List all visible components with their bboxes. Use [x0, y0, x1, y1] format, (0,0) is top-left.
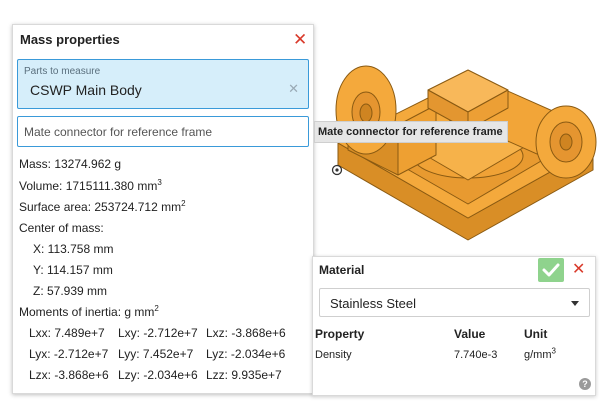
volume-value: Volume: 1715111.380 mm3: [19, 178, 162, 194]
mate-connector-field[interactable]: Mate connector for reference frame: [17, 116, 309, 147]
chevron-down-icon: [571, 301, 579, 306]
material-panel: Material ✕ Stainless Steel Property Valu…: [312, 256, 596, 396]
surface-area-value: Surface area: 253724.712 mm2: [19, 199, 186, 215]
center-y-value: Y: 114.157 mm: [33, 263, 113, 277]
inertia-lxz: Lxz: -3.868e+6: [206, 326, 286, 340]
close-icon[interactable]: ✕: [572, 261, 585, 278]
mate-connector-placeholder: Mate connector for reference frame: [24, 125, 213, 139]
value-cell: 7.740e-3: [454, 349, 498, 361]
help-icon[interactable]: ?: [579, 378, 591, 390]
inertia-lyx: Lyx: -2.712e+7: [29, 347, 109, 361]
tooltip: Mate connector for reference frame: [314, 121, 508, 143]
inertia-lzz: Lzz: 9.935e+7: [206, 368, 282, 382]
inertia-lyy: Lyy: 7.452e+7: [118, 347, 194, 361]
property-cell: Density: [315, 349, 352, 361]
origin-icon[interactable]: [331, 164, 343, 176]
material-select[interactable]: Stainless Steel: [319, 288, 590, 317]
center-z-value: Z: 57.939 mm: [33, 284, 108, 298]
panel-title: Mass properties: [20, 32, 120, 47]
mass-properties-panel: Mass properties ✕ Parts to measure CSWP …: [12, 24, 314, 394]
moments-of-inertia-label: Moments of inertia: g mm2: [19, 304, 159, 320]
center-of-mass-label: Center of mass:: [19, 221, 104, 235]
check-icon: [542, 263, 560, 277]
selected-material: Stainless Steel: [330, 296, 416, 311]
inertia-lzx: Lzx: -3.868e+6: [29, 368, 109, 382]
inertia-lxy: Lxy: -2.712e+7: [118, 326, 198, 340]
inertia-lyz: Lyz: -2.034e+6: [206, 347, 286, 361]
value-header: Value: [454, 327, 486, 341]
selected-part[interactable]: CSWP Main Body: [30, 82, 142, 98]
inertia-lxx: Lxx: 7.489e+7: [29, 326, 105, 340]
unit-header: Unit: [524, 327, 548, 341]
unit-cell: g/mm3: [524, 346, 556, 361]
parts-label: Parts to measure: [24, 66, 101, 77]
mass-value: Mass: 13274.962 g: [19, 157, 122, 171]
confirm-button[interactable]: [538, 258, 564, 282]
inertia-lzy: Lzy: -2.034e+6: [118, 368, 198, 382]
parts-to-measure-field[interactable]: Parts to measure CSWP Main Body ✕: [17, 59, 309, 109]
material-title: Material: [319, 263, 365, 277]
clear-icon[interactable]: ✕: [288, 81, 299, 97]
close-icon[interactable]: ✕: [293, 31, 307, 48]
property-header: Property: [315, 327, 365, 341]
center-x-value: X: 113.758 mm: [33, 242, 114, 256]
app-window: Mass properties ✕ Parts to measure CSWP …: [0, 0, 605, 401]
